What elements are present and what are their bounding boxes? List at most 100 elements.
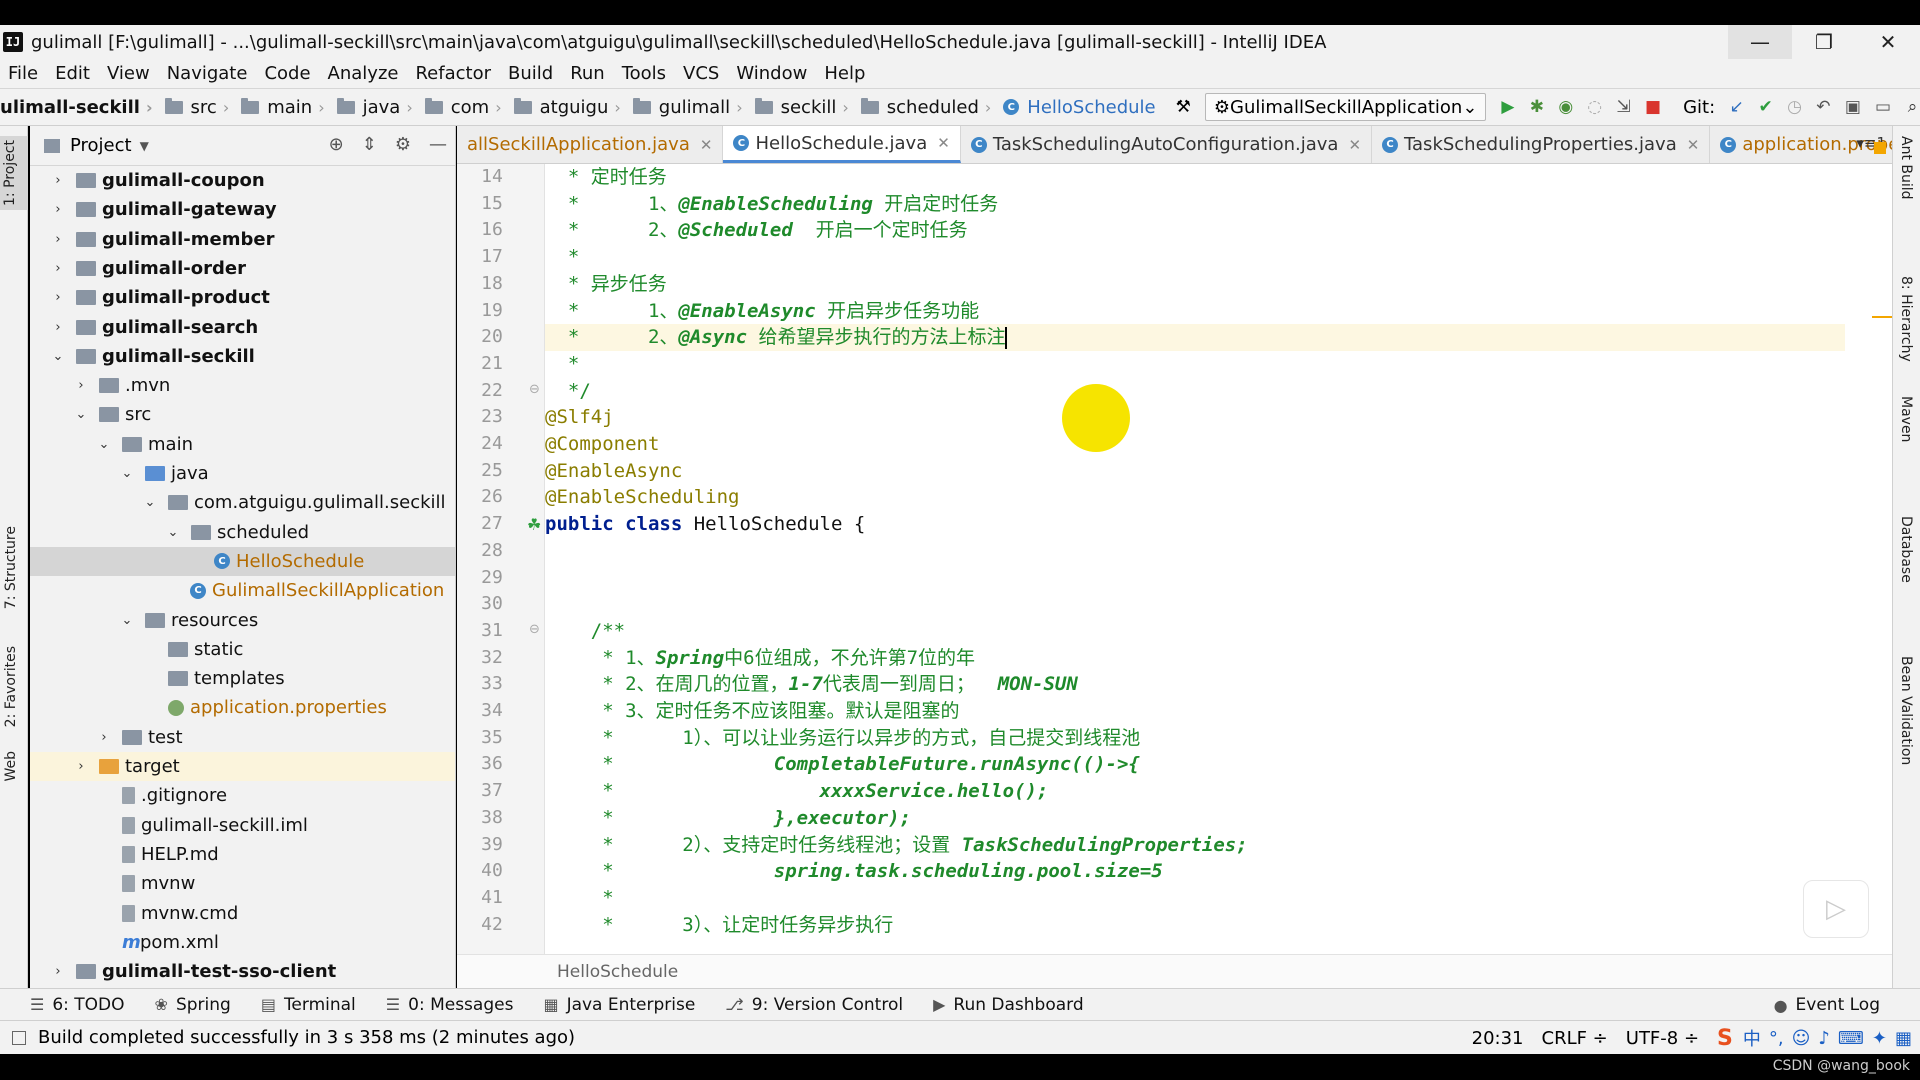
tree-item[interactable]: mvnw.cmd [30, 899, 455, 928]
menu-help[interactable]: Help [824, 63, 865, 84]
menu-file[interactable]: File [8, 63, 38, 84]
tree-item[interactable]: m pom.xml [30, 928, 455, 957]
code-line[interactable]: * 1、Spring中6位组成，不允许第7位的年 [545, 645, 1845, 672]
tree-item[interactable]: static [30, 635, 455, 664]
debug-icon[interactable]: ✱ [1529, 96, 1544, 118]
warning-marker-icon[interactable] [1874, 142, 1886, 154]
chevron-down-icon[interactable]: ▼ [140, 139, 149, 153]
chevron-down-icon[interactable]: ⌄ [142, 495, 158, 510]
tree-item[interactable]: ⌄ java [30, 459, 455, 488]
tree-item[interactable]: › gulimall-coupon [30, 166, 455, 195]
code-line[interactable]: @EnableScheduling [545, 484, 1845, 511]
tree-item[interactable]: .gitignore [30, 781, 455, 810]
tool-window-java-enterprise[interactable]: ▦ Java Enterprise [543, 995, 695, 1015]
code-line[interactable]: * },executor); [545, 805, 1845, 832]
code-line[interactable]: * [545, 885, 1845, 912]
git-update-icon[interactable]: ↙ [1729, 96, 1744, 118]
editor-tab[interactable]: allSeckillApplication.java ✕ [457, 126, 724, 163]
chevron-down-icon[interactable]: ⌄ [96, 437, 112, 452]
menu-build[interactable]: Build [508, 63, 553, 84]
breadcrumb-item[interactable]: C HelloSchedule [997, 97, 1156, 118]
code-line[interactable]: * [545, 244, 1845, 271]
editor-tab[interactable]: C HelloSchedule.java ✕ [723, 126, 961, 163]
menu-vcs[interactable]: VCS [683, 63, 719, 84]
git-commit-icon[interactable]: ✔ [1758, 96, 1773, 118]
project-structure-icon[interactable]: ▣ [1845, 96, 1861, 118]
menu-edit[interactable]: Edit [55, 63, 90, 84]
tool-window-spring[interactable]: ❀ Spring [155, 995, 231, 1015]
build-hammer-icon[interactable]: ⚒ [1176, 96, 1191, 118]
tree-item[interactable]: C HelloSchedule [30, 546, 455, 576]
close-icon[interactable]: ✕ [700, 136, 713, 154]
git-history-icon[interactable]: ◷ [1787, 96, 1802, 118]
ime-voice-icon[interactable]: ♪ [1818, 1028, 1830, 1049]
tree-item[interactable]: ⌄ resources [30, 606, 455, 635]
code-line[interactable]: * 异步任务 [545, 271, 1845, 298]
code-line[interactable]: * spring.task.scheduling.pool.size=5 [545, 858, 1845, 885]
tree-item[interactable]: ⌄ src [30, 400, 455, 429]
breadcrumb-item[interactable]: java › [331, 97, 413, 118]
minimize-icon[interactable]: — [1728, 25, 1792, 59]
breadcrumb-item[interactable]: src › [159, 97, 229, 118]
close-icon[interactable]: ✕ [1687, 136, 1700, 154]
ime-chinese-icon[interactable]: 中 [1743, 1025, 1761, 1051]
menu-tools[interactable]: Tools [622, 63, 666, 84]
tool-tab-8-hierarchy[interactable]: 8: Hierarchy [1898, 276, 1914, 362]
close-icon[interactable]: ✕ [937, 134, 950, 152]
code-line[interactable]: * 1、@EnableScheduling 开启定时任务 [545, 191, 1845, 218]
ime-punct-icon[interactable]: °, [1769, 1028, 1784, 1049]
status-toggle-icon[interactable] [12, 1030, 26, 1045]
code-line[interactable]: * 3、定时任务不应该阻塞。默认是阻塞的 [545, 698, 1845, 725]
play-overlay-icon[interactable]: ▷ [1803, 880, 1869, 938]
project-panel-title[interactable]: Project [70, 135, 132, 156]
code-line[interactable]: * 2）、支持定时任务线程池；设置 TaskSchedulingProperti… [545, 832, 1845, 859]
code-line[interactable]: * 1）、可以让业务运行以异步的方式，自己提交到线程池 [545, 725, 1845, 752]
tool-window-9-version-control[interactable]: ⎇ 9: Version Control [725, 995, 903, 1015]
breadcrumb-item[interactable]: com › [419, 97, 502, 118]
coverage-icon[interactable]: ◉ [1558, 96, 1573, 118]
tool-tab-1-project[interactable]: 1: Project [0, 136, 28, 210]
tool-tab-7-structure[interactable]: 7: Structure [3, 526, 19, 609]
close-icon[interactable]: ✕ [1856, 25, 1920, 59]
breadcrumb-item[interactable]: gulimall › [627, 97, 743, 118]
restore-icon[interactable]: ❐ [1792, 25, 1856, 59]
code-line[interactable]: public class HelloSchedule { [545, 511, 1845, 538]
menu-refactor[interactable]: Refactor [415, 63, 491, 84]
tree-item[interactable]: › gulimall-search [30, 313, 455, 342]
layout-icon[interactable]: ▭ [1875, 96, 1891, 118]
code-line[interactable] [545, 591, 1845, 618]
tree-item[interactable]: › gulimall-gateway [30, 195, 455, 224]
file-encoding[interactable]: UTF-8 ÷ [1626, 1028, 1699, 1049]
tree-item[interactable]: › gulimall-product [30, 283, 455, 312]
code-area[interactable]: * 定时任务 * 1、@EnableScheduling 开启定时任务 * 2、… [545, 164, 1845, 954]
chevron-right-icon[interactable]: › [50, 173, 66, 188]
tree-item[interactable]: ⌄ main [30, 430, 455, 459]
breadcrumb-item[interactable]: main › [235, 97, 325, 118]
chevron-right-icon[interactable]: › [50, 261, 66, 276]
breadcrumb-item[interactable]: ulimall-seckill › [0, 97, 153, 118]
chevron-down-icon[interactable]: ⌄ [119, 613, 135, 628]
bean-icon[interactable]: ☘ [527, 515, 541, 534]
code-line[interactable]: @EnableAsync [545, 458, 1845, 485]
tool-window-0-messages[interactable]: ☰ 0: Messages [386, 995, 514, 1015]
chevron-down-icon[interactable]: ⌄ [73, 407, 89, 422]
code-line[interactable]: /** [545, 618, 1845, 645]
ime-emoji-icon[interactable]: ☺ [1792, 1028, 1811, 1049]
ime-skin-icon[interactable]: ✦ [1872, 1028, 1887, 1049]
code-line[interactable]: * CompletableFuture.runAsync(()->{ [545, 751, 1845, 778]
tree-item[interactable]: mvnw [30, 869, 455, 898]
chevron-down-icon[interactable]: ⌄ [165, 525, 181, 540]
gear-icon[interactable]: ⚙ [395, 134, 411, 155]
code-line[interactable] [545, 565, 1845, 592]
tool-tab-web[interactable]: Web [3, 751, 19, 782]
tree-item[interactable]: ⌄ com.atguigu.gulimall.seckill [30, 488, 455, 517]
tree-item[interactable]: ⌄ scheduled [30, 518, 455, 547]
fold-icon[interactable]: ⊖ [529, 382, 540, 397]
fold-icon[interactable]: ⊖ [529, 622, 540, 637]
code-line[interactable]: * 2、@Scheduled 开启一个定时任务 [545, 217, 1845, 244]
tool-tab-maven[interactable]: Maven [1898, 396, 1914, 442]
git-revert-icon[interactable]: ↶ [1816, 96, 1831, 118]
tree-item[interactable]: › gulimall-member [30, 225, 455, 254]
tree-item[interactable]: › gulimall-order [30, 254, 455, 283]
chevron-right-icon[interactable]: › [50, 290, 66, 305]
